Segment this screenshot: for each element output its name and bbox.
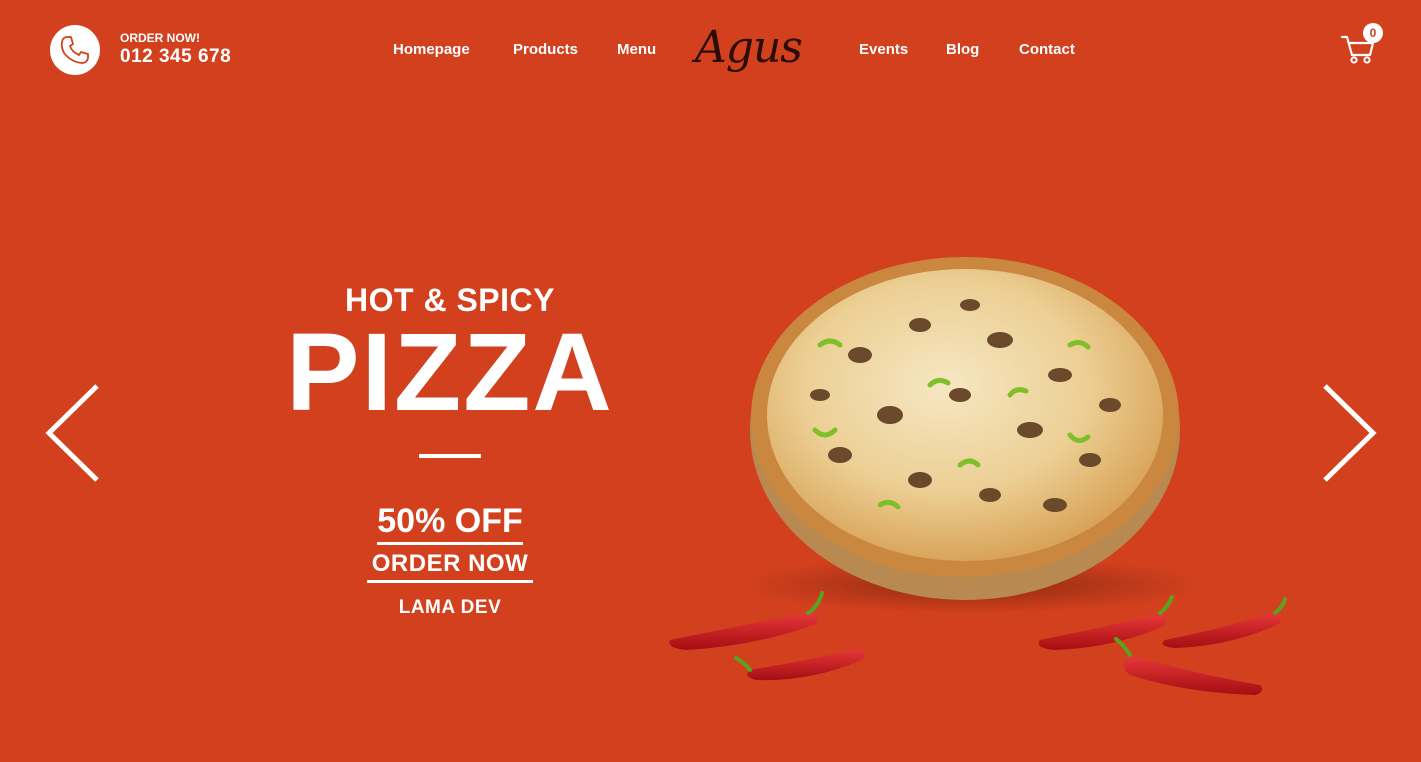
nav-link-products[interactable]: Products [513,41,578,59]
hero-text: HOT & SPICY PIZZA 50% OFF ORDER NOW LAMA… [245,280,655,619]
slider-next-button[interactable] [1320,383,1380,483]
cart-counter: 0 [1363,23,1383,43]
navbar: ORDER NOW! 012 345 678 Homepage Products… [0,0,1421,100]
call-button[interactable] [50,25,100,75]
phone-icon [60,36,89,64]
chevron-right-icon [1323,384,1377,482]
order-now-button[interactable]: ORDER NOW [367,548,533,583]
hero-title: PIZZA [286,311,614,434]
logo[interactable]: Agus [695,18,810,84]
brand-label: LAMA DEV [398,597,502,618]
nav-link-menu[interactable]: Menu [617,41,656,59]
nav-link-events[interactable]: Events [859,41,908,59]
pizza-image [669,257,1287,695]
nav-link-contact[interactable]: Contact [1019,41,1075,59]
order-info: ORDER NOW! 012 345 678 [120,31,231,69]
order-label: ORDER NOW! [120,31,200,45]
nav-link-blog[interactable]: Blog [946,41,979,59]
hero-divider [419,454,481,458]
slider-prev-button[interactable] [42,383,102,483]
chevron-left-icon [45,384,99,482]
phone-number: 012 345 678 [120,46,232,67]
discount-label: 50% OFF [377,502,523,545]
nav-link-homepage[interactable]: Homepage [393,41,470,59]
